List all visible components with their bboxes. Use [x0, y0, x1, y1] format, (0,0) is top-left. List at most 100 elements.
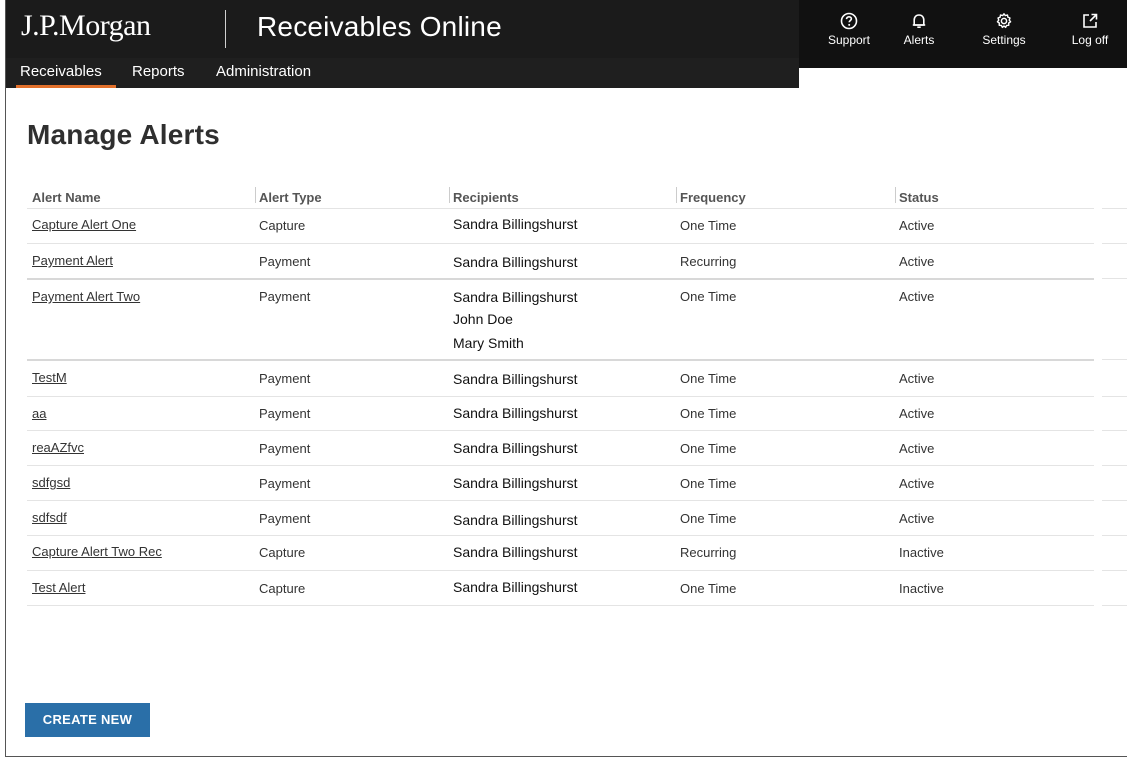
recipient-cell: Sandra Billingshurst [453, 254, 578, 270]
row-divider [27, 535, 1094, 536]
settings-button[interactable]: Settings [974, 12, 1034, 47]
column-header-alert-name[interactable]: Alert Name [32, 190, 101, 205]
alerts-label: Alerts [903, 33, 935, 47]
row-divider [1102, 430, 1127, 431]
question-circle-icon [840, 12, 858, 30]
utility-menu: Support Alerts Settings Log off [799, 0, 1127, 68]
status-cell: Active [899, 441, 935, 456]
alert-name-link[interactable]: reaAZfvc [32, 440, 84, 455]
recipient-cell: Sandra Billingshurst [453, 579, 578, 595]
alert-name-link[interactable]: Payment Alert [32, 253, 113, 268]
nav-tab-receivables[interactable]: Receivables [20, 63, 102, 80]
alert-type-cell: Payment [259, 511, 311, 526]
row-divider [1102, 278, 1127, 279]
column-header-alert-type[interactable]: Alert Type [259, 190, 322, 205]
column-header-status[interactable]: Status [899, 190, 939, 205]
alert-name-link[interactable]: TestM [32, 370, 67, 385]
row-divider [27, 605, 1094, 606]
row-divider [27, 359, 1094, 361]
column-divider [676, 187, 677, 203]
alert-type-cell: Payment [259, 289, 311, 304]
recipient-cell: Sandra Billingshurst [453, 405, 578, 421]
row-divider [27, 396, 1094, 397]
alert-type-cell: Payment [259, 406, 311, 421]
recipient-cell: Sandra Billingshurst [453, 512, 578, 528]
create-new-button[interactable]: CREATE NEW [25, 703, 150, 737]
recipient-cell: Sandra Billingshurst [453, 371, 578, 387]
alert-name-link[interactable]: sdfgsd [32, 475, 70, 490]
recipient-cell: John Doe [453, 311, 513, 327]
status-cell: Active [899, 289, 935, 304]
alert-type-cell: Payment [259, 441, 311, 456]
frequency-cell: One Time [680, 406, 737, 421]
nav-tab-reports[interactable]: Reports [132, 63, 185, 80]
alert-type-cell: Capture [259, 545, 306, 560]
column-divider [449, 187, 450, 203]
alert-name-link[interactable]: Payment Alert Two [32, 289, 140, 304]
status-cell: Active [899, 511, 935, 526]
alert-type-cell: Capture [259, 581, 306, 596]
row-divider [1102, 359, 1127, 360]
alert-name-link[interactable]: Capture Alert One [32, 217, 136, 232]
row-divider [1102, 208, 1127, 209]
row-divider [27, 500, 1094, 501]
status-cell: Inactive [899, 581, 944, 596]
alerts-button[interactable]: Alerts [893, 12, 945, 47]
support-button[interactable]: Support [819, 12, 879, 47]
nav-active-indicator [16, 85, 116, 88]
row-divider [27, 430, 1094, 431]
page-title: Manage Alerts [27, 119, 220, 150]
recipient-cell: Sandra Billingshurst [453, 544, 578, 560]
column-divider [895, 187, 896, 203]
column-divider [255, 187, 256, 203]
nav-tab-administration[interactable]: Administration [216, 63, 311, 80]
settings-label: Settings [982, 33, 1026, 47]
alert-type-cell: Payment [259, 371, 311, 386]
recipient-cell: Mary Smith [453, 335, 524, 351]
frequency-cell: Recurring [680, 254, 737, 269]
gear-icon [996, 13, 1012, 29]
recipient-cell: Sandra Billingshurst [453, 440, 578, 456]
status-cell: Inactive [899, 545, 944, 560]
recipient-cell: Sandra Billingshurst [453, 475, 578, 491]
status-cell: Active [899, 406, 935, 421]
alert-type-cell: Payment [259, 476, 311, 491]
frequency-cell: One Time [680, 511, 737, 526]
row-divider [1102, 396, 1127, 397]
log-off-label: Log off [1071, 33, 1109, 47]
row-divider [27, 243, 1094, 244]
row-divider [1102, 500, 1127, 501]
row-divider [1102, 465, 1127, 466]
column-header-recipients[interactable]: Recipients [453, 190, 519, 205]
row-divider [1102, 570, 1127, 571]
frequency-cell: One Time [680, 371, 737, 386]
app-title: Receivables Online [257, 11, 502, 42]
app-frame: J.P.Morgan Receivables Online Support Al… [5, 0, 1127, 757]
log-off-button[interactable]: Log off [1062, 12, 1118, 47]
row-divider [1102, 243, 1127, 244]
frequency-cell: One Time [680, 476, 737, 491]
status-cell: Active [899, 476, 935, 491]
row-divider [27, 570, 1094, 571]
alert-name-link[interactable]: sdfsdf [32, 510, 67, 525]
alert-type-cell: Capture [259, 218, 306, 233]
alert-type-cell: Payment [259, 254, 311, 269]
recipient-cell: Sandra Billingshurst [453, 216, 578, 232]
row-divider [27, 278, 1094, 280]
frequency-cell: Recurring [680, 545, 737, 560]
status-cell: Active [899, 371, 935, 386]
status-cell: Active [899, 254, 935, 269]
frequency-cell: One Time [680, 581, 737, 596]
frequency-cell: One Time [680, 218, 737, 233]
status-cell: Active [899, 218, 935, 233]
alert-name-link[interactable]: Test Alert [32, 580, 85, 595]
column-header-frequency[interactable]: Frequency [680, 190, 746, 205]
alert-name-link[interactable]: Capture Alert Two Rec [32, 544, 162, 559]
brand-logo[interactable]: J.P.Morgan [21, 9, 151, 43]
alert-name-link[interactable]: aa [32, 406, 46, 421]
row-divider [27, 465, 1094, 466]
external-link-icon [1083, 13, 1098, 28]
logo-divider [225, 10, 226, 48]
row-divider [27, 208, 1094, 209]
frequency-cell: One Time [680, 289, 737, 304]
